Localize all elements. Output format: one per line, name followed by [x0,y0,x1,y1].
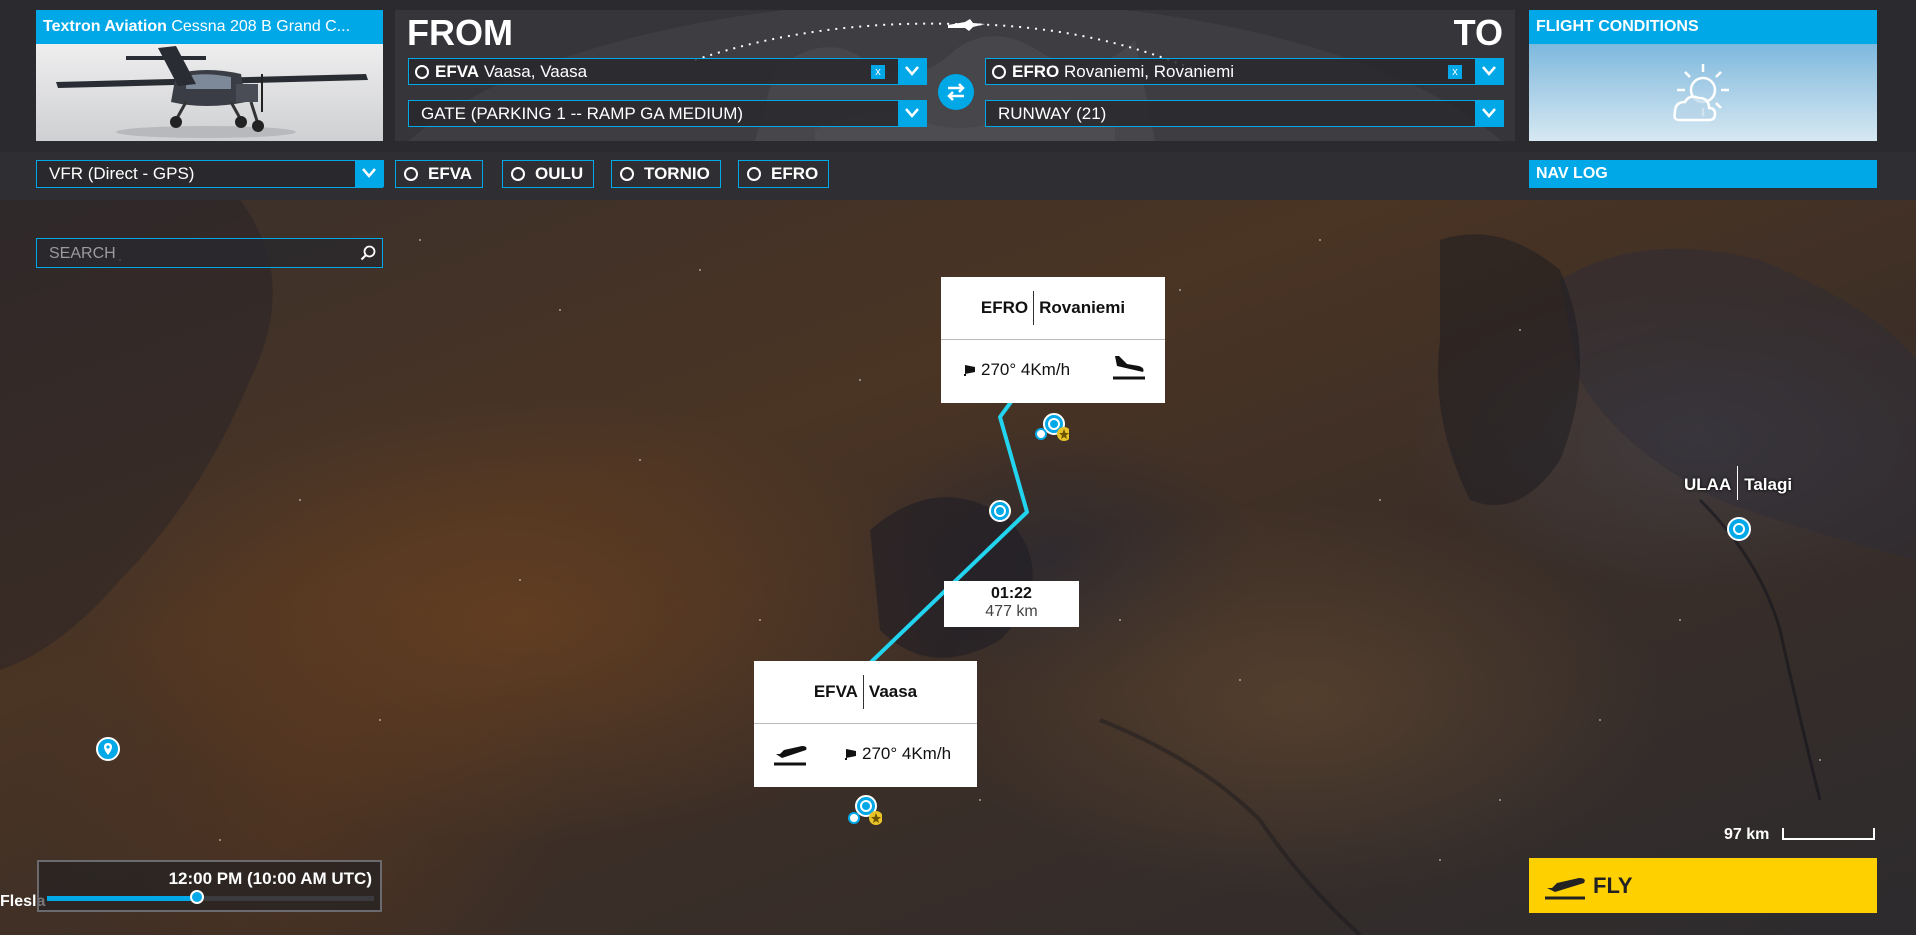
time-slider[interactable] [47,890,374,904]
arrival-dropdown-button[interactable] [1475,58,1504,85]
chevron-down-icon [905,108,919,118]
time-of-day-widget[interactable]: 12:00 PM (10:00 AM UTC) [37,860,382,912]
flight-conditions-title: FLIGHT CONDITIONS [1529,10,1877,44]
aircraft-manufacturer: Textron Aviation [43,18,167,35]
waypoint-button-efva[interactable]: EFVA [395,160,484,188]
arrival-position: RUNWAY (21) [998,104,1107,123]
map-scale-bar [1782,828,1875,840]
departure-position-field[interactable]: GATE (PARKING 1 -- RAMP GA MEDIUM) [408,100,927,127]
windsock-icon [964,365,975,376]
map-search[interactable] [36,238,383,269]
departure-dropdown-button[interactable] [898,58,927,85]
target-icon [404,167,418,181]
departure-popup-body: 270° 4Km/h [754,724,977,787]
clear-arrival-button[interactable]: x [1448,65,1462,79]
map-scale-label: 97 km [1724,826,1770,843]
flight-plan-type-select[interactable]: VFR (Direct - GPS) [36,160,384,188]
fly-button[interactable]: FLY [1529,858,1877,913]
leg-time: 01:22 [991,585,1032,602]
target-icon [747,167,761,181]
flight-plan-type: VFR (Direct - GPS) [49,164,195,183]
departure-wind-value: 270° 4Km/h [862,744,952,763]
time-slider-fill [47,896,198,901]
airport-marker-ulaa[interactable] [1726,516,1752,546]
arrival-airport-field[interactable]: EFRO Rovaniemi, Rovaniemi x [985,58,1504,85]
arrival-code: EFRO [1012,62,1060,81]
aircraft-selector[interactable]: Textron Aviation Cessna 208 B Grand C... [36,10,383,141]
aircraft-image [36,44,383,141]
waypoint-label: EFRO [771,164,819,183]
arrival-popup-name: Rovaniemi [1039,298,1126,317]
departure-position-dropdown-button[interactable] [898,100,927,127]
waypoint-button-oulu[interactable]: OULU [502,160,595,188]
departure-popup-header: EFVA Vaasa [754,661,977,724]
departure-name: Vaasa, Vaasa [483,62,588,81]
arrival-position-dropdown-button[interactable] [1475,100,1504,127]
clear-departure-button[interactable]: x [871,65,885,79]
departure-wind: 270° 4Km/h [844,744,951,764]
arrival-wind-value: 270° 4Km/h [981,360,1071,379]
waypoint-marker-tornio[interactable] [988,499,1012,523]
arrival-airport-marker[interactable] [1033,410,1069,446]
nav-log-button[interactable]: NAV LOG [1529,160,1877,188]
departure-position: GATE (PARKING 1 -- RAMP GA MEDIUM) [421,104,744,123]
target-icon [415,65,429,79]
route-leg-info: 01:22 477 km [944,581,1079,627]
from-label: FROM [407,12,513,53]
chevron-down-icon [905,66,919,76]
departure-popup[interactable]: EFVA Vaasa 270° 4Km/h [754,661,977,787]
aircraft-title: Textron Aviation Cessna 208 B Grand C... [36,10,383,44]
search-input[interactable] [37,239,351,269]
time-slider-thumb[interactable] [190,890,205,904]
fly-label: FLY [1593,873,1633,898]
takeoff-icon [1545,878,1585,900]
departure-airport-marker[interactable] [846,794,882,830]
arrival-popup-code: EFRO [980,298,1029,317]
target-icon [992,65,1006,79]
airport-label-ulaa[interactable]: ULAA Talagi [1684,466,1792,500]
weather-sun-cloud-icon [1673,64,1729,122]
arrival-name: Rovaniemi, Rovaniemi [1063,62,1235,81]
flight-conditions-button[interactable]: FLIGHT CONDITIONS [1529,10,1877,141]
chevron-down-icon [1482,66,1496,76]
airport-code: ULAA [1684,475,1732,494]
target-icon [511,167,525,181]
search-icon[interactable] [360,245,376,261]
arrival-position-field[interactable]: RUNWAY (21) [985,100,1504,127]
departure-popup-name: Vaasa [868,682,918,701]
departure-code: EFVA [435,62,480,81]
time-of-day-label: 12:00 PM (10:00 AM UTC) [168,869,372,888]
windsock-icon [845,749,856,760]
arrival-popup[interactable]: EFRO Rovaniemi 270° 4Km/h [941,277,1165,403]
arrival-wind: 270° 4Km/h [963,360,1070,380]
swap-icon [947,83,965,101]
aircraft-model: Cessna 208 B Grand C... [171,18,351,35]
waypoint-label: OULU [535,164,584,183]
takeoff-icon [774,746,807,766]
leg-distance: 477 km [985,603,1038,620]
flight-plan-dropdown-button[interactable] [355,160,384,187]
swap-airports-button[interactable] [938,74,974,110]
landing-icon [1113,356,1145,380]
target-icon [620,167,634,181]
waypoint-label: EFVA [428,164,473,183]
chevron-down-icon [362,168,376,178]
airport-name: Talagi [1744,475,1793,494]
waypoint-label: TORNIO [644,164,710,183]
waypoint-button-efro[interactable]: EFRO [738,160,830,188]
arrival-popup-header: EFRO Rovaniemi [941,277,1165,340]
to-label: TO [1453,12,1503,53]
departure-airport-field[interactable]: EFVA Vaasa, Vaasa x [408,58,927,85]
waypoint-button-tornio[interactable]: TORNIO [611,160,721,188]
departure-popup-code: EFVA [813,682,858,701]
arrival-popup-body: 270° 4Km/h [941,340,1165,403]
airplane-icon [56,46,368,138]
location-pin-icon[interactable] [95,736,121,764]
chevron-down-icon [1482,108,1496,118]
